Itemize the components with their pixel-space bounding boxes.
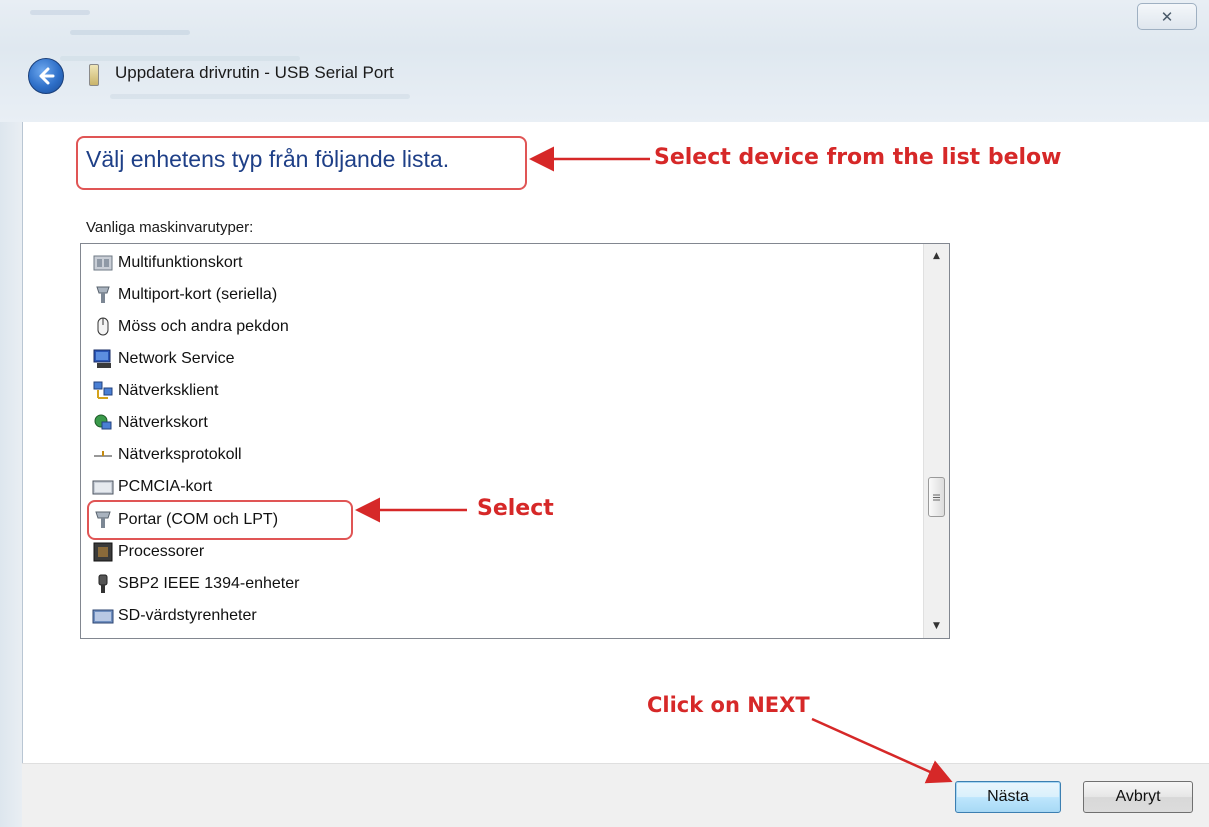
list-item-label: PCMCIA-kort (118, 478, 213, 495)
list-item[interactable]: Portar (COM och LPT) (92, 507, 278, 533)
annotation-click-next: Click on NEXT (647, 693, 810, 717)
background-blur (110, 94, 410, 99)
multifunction-card-icon (92, 252, 114, 274)
ieee1394-icon (92, 573, 114, 595)
close-icon: ✕ (1160, 7, 1174, 26)
list-item-label: SBP2 IEEE 1394-enheter (118, 575, 300, 592)
list-item-label: Multifunktionskort (118, 254, 243, 271)
list-item[interactable]: Nätverkskort (92, 410, 208, 436)
list-item[interactable]: Multifunktionskort (92, 250, 243, 276)
title-bar: ✕ Uppdatera drivrutin - USB Serial Port (0, 0, 1209, 122)
sd-host-icon (92, 605, 114, 627)
list-item-label: SD-värdstyrenheter (118, 607, 257, 624)
port-icon (92, 509, 114, 531)
partial-item-icon (92, 635, 114, 638)
list-item[interactable]: Processorer (92, 539, 204, 565)
scroll-down-button[interactable]: ▼ (924, 616, 949, 636)
list-item[interactable]: SBP2 IEEE 1394-enheter (92, 571, 299, 597)
list-item-label: Network Service (118, 350, 235, 367)
page-heading: Välj enhetens typ från följande lista. (86, 146, 450, 172)
scroll-up-icon: ▲ (933, 251, 940, 261)
window-frame (0, 122, 22, 827)
list-item[interactable]: Network Service (92, 346, 234, 372)
background-blur (30, 10, 90, 15)
grip-icon (933, 494, 940, 500)
hardware-type-list[interactable]: Multifunktionskort Multiport-kort (serie… (80, 243, 950, 639)
next-button[interactable]: Nästa (955, 781, 1061, 813)
list-item[interactable]: Nätverksklient (92, 378, 218, 404)
list-item-label: Multiport-kort (seriella) (118, 286, 278, 303)
list-item[interactable]: SD-värdstyrenheter (92, 603, 257, 629)
mouse-icon (92, 316, 114, 338)
list-item-label: Nätverksklient (118, 382, 219, 399)
list-scrollbar[interactable]: ▲ ▼ (923, 244, 949, 638)
list-item-label: Processorer (118, 543, 205, 560)
list-item-label: Möss och andra pekdon (118, 318, 289, 335)
list-item-partial[interactable] (92, 633, 118, 638)
network-card-icon (92, 412, 114, 434)
annotation-select-device: Select device from the list below (654, 145, 1062, 170)
list-item[interactable]: Multiport-kort (seriella) (92, 282, 277, 308)
list-item-label: Nätverksprotokoll (118, 446, 242, 463)
scroll-thumb[interactable] (928, 477, 945, 517)
list-item[interactable]: PCMCIA-kort (92, 474, 212, 500)
multiport-card-icon (92, 284, 114, 306)
close-button[interactable]: ✕ (1137, 3, 1197, 30)
background-blur (60, 56, 300, 61)
cancel-button[interactable]: Avbryt (1083, 781, 1193, 813)
network-protocol-icon (92, 444, 114, 466)
network-client-icon (92, 380, 114, 402)
list-item-label: Portar (COM och LPT) (118, 511, 279, 528)
list-item-label: Nätverkskort (118, 414, 208, 431)
back-arrow-icon (39, 67, 55, 85)
scroll-up-button[interactable]: ▲ (924, 246, 949, 266)
list-item[interactable]: Möss och andra pekdon (92, 314, 289, 340)
list-item[interactable]: Nätverksprotokoll (92, 442, 242, 468)
pcmcia-card-icon (92, 476, 114, 498)
annotation-select: Select (477, 496, 554, 521)
network-service-icon (92, 348, 114, 370)
back-button[interactable] (28, 58, 64, 94)
processor-icon (92, 541, 114, 563)
list-label: Vanliga maskinvarutyper: (86, 219, 254, 236)
usb-device-icon (89, 64, 99, 86)
scroll-down-icon: ▼ (933, 621, 940, 631)
window-title: Uppdatera drivrutin - USB Serial Port (115, 63, 394, 82)
background-blur (70, 30, 190, 35)
